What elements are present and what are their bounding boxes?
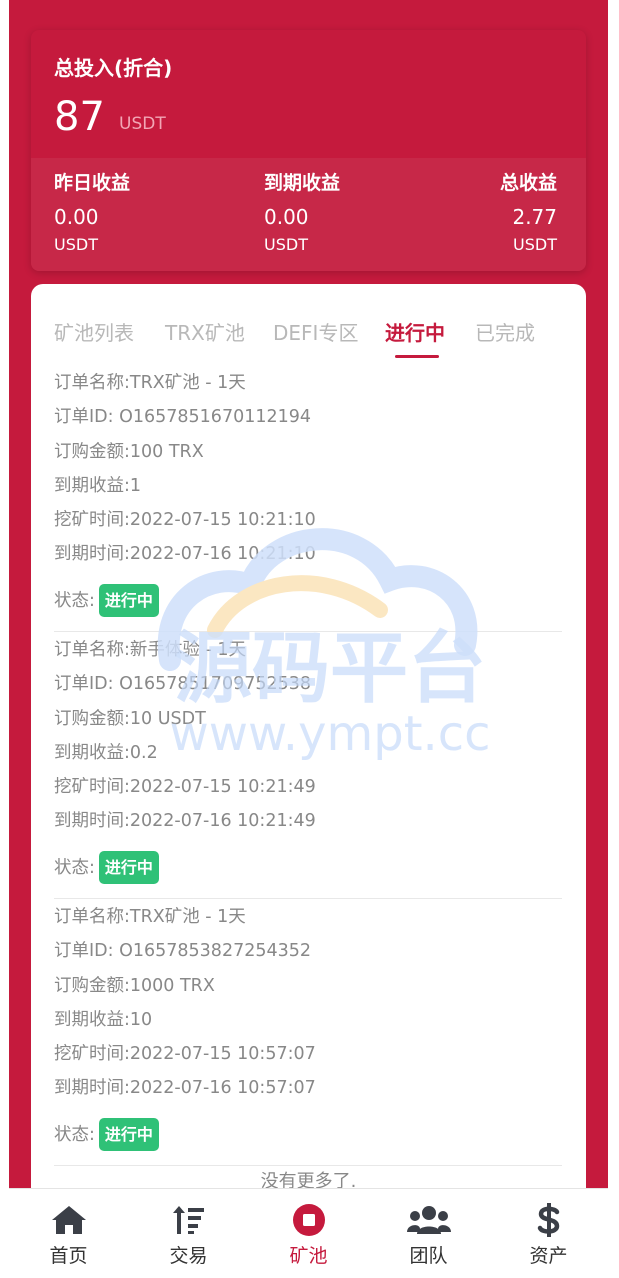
summary-card: 总投入(折合) 87 USDT 昨日收益 0.00 USDT 到期收益 0.00…	[31, 30, 586, 271]
status-label: 状态:	[54, 1124, 95, 1145]
stat-maturity-income: 到期收益 0.00 USDT	[264, 170, 340, 256]
order-divider	[54, 631, 562, 632]
total-investment-unit: USDT	[119, 114, 166, 134]
orders-panel: 矿池列表 TRX矿池 DEFI专区 进行中 已完成 订单名称:TRX矿池 - 1…	[31, 284, 586, 1277]
app-background: 总投入(折合) 87 USDT 昨日收益 0.00 USDT 到期收益 0.00…	[9, 0, 608, 1277]
order-card: 订单名称:新手体验 - 1天 订单ID: O1657851709752538 订…	[54, 633, 562, 885]
order-end-time: 到期时间:2022-07-16 10:57:07	[54, 1078, 316, 1099]
order-status-row: 状态: 进行中	[54, 584, 562, 618]
status-badge: 进行中	[98, 584, 159, 618]
stat-label: 到期收益	[264, 172, 341, 194]
order-income: 到期收益:10	[54, 1009, 153, 1030]
summary-title: 总投入(折合)	[54, 56, 173, 80]
order-start-time: 挖矿时间:2022-07-15 10:21:49	[54, 777, 316, 798]
order-amount: 订购金额:10 USDT	[54, 708, 206, 729]
stat-value: 0.00	[264, 205, 309, 229]
order-status-row: 状态: 进行中	[54, 1118, 562, 1152]
nav-item-team[interactable]: 团队	[369, 1189, 488, 1278]
nav-item-trade[interactable]: 交易	[129, 1189, 248, 1278]
order-divider	[54, 1165, 562, 1166]
nav-item-assets[interactable]: 资产	[489, 1189, 608, 1278]
tab-completed[interactable]: 已完成	[475, 317, 535, 346]
nav-label: 交易	[169, 1245, 208, 1267]
order-amount: 订购金额:100 TRX	[54, 441, 204, 462]
nav-label: 首页	[49, 1245, 88, 1267]
order-income: 到期收益:1	[54, 475, 142, 496]
tab-in-progress[interactable]: 进行中	[385, 317, 445, 358]
tab-trx-pool[interactable]: TRX矿池	[165, 317, 245, 346]
order-income: 到期收益:0.2	[54, 742, 158, 763]
stat-unit: USDT	[513, 235, 557, 254]
order-divider	[54, 898, 562, 899]
total-investment-value: 87	[54, 94, 105, 140]
order-status-row: 状态: 进行中	[54, 851, 562, 885]
status-label: 状态:	[54, 590, 95, 611]
stat-yesterday-income: 昨日收益 0.00 USDT	[54, 170, 130, 256]
dollar-icon	[537, 1203, 560, 1237]
stat-unit: USDT	[264, 235, 308, 254]
order-name: 订单名称:新手体验 - 1天	[54, 640, 246, 660]
stat-total-income: 总收益 2.77 USDT	[500, 170, 557, 256]
order-amount: 订购金额:1000 TRX	[54, 975, 215, 996]
nav-label: 团队	[409, 1245, 448, 1267]
stat-value: 2.77	[512, 205, 557, 229]
tab-label: 进行中	[385, 321, 445, 345]
bottom-nav: 首页 交易 矿池 团队 资产	[9, 1188, 608, 1278]
stop-circle-icon	[293, 1204, 325, 1236]
tab-bar: 矿池列表 TRX矿池 DEFI专区 进行中 已完成	[31, 284, 586, 358]
sort-icon	[173, 1206, 204, 1234]
status-badge: 进行中	[98, 851, 159, 885]
summary-header: 总投入(折合) 87 USDT	[31, 30, 586, 158]
order-start-time: 挖矿时间:2022-07-15 10:21:10	[54, 510, 316, 531]
stat-label: 昨日收益	[54, 172, 131, 194]
order-end-time: 到期时间:2022-07-16 10:21:10	[54, 544, 316, 565]
summary-stats: 昨日收益 0.00 USDT 到期收益 0.00 USDT 总收益 2.77 U…	[31, 158, 586, 271]
home-icon	[52, 1206, 86, 1234]
tab-defi-zone[interactable]: DEFI专区	[273, 317, 358, 346]
order-name: 订单名称:TRX矿池 - 1天	[54, 373, 246, 393]
order-end-time: 到期时间:2022-07-16 10:21:49	[54, 811, 316, 832]
order-id: 订单ID: O1657851709752538	[54, 674, 312, 695]
order-card: 订单名称:TRX矿池 - 1天 订单ID: O1657851670112194 …	[54, 366, 562, 618]
stat-unit: USDT	[54, 235, 98, 254]
stat-label: 总收益	[499, 172, 557, 194]
nav-item-pool[interactable]: 矿池	[249, 1189, 368, 1278]
stat-value: 0.00	[54, 205, 99, 229]
order-card: 订单名称:TRX矿池 - 1天 订单ID: O1657853827254352 …	[54, 900, 562, 1152]
order-start-time: 挖矿时间:2022-07-15 10:57:07	[54, 1044, 316, 1065]
nav-label: 矿池	[289, 1245, 328, 1267]
status-label: 状态:	[54, 857, 95, 878]
order-id: 订单ID: O1657851670112194	[54, 407, 312, 428]
nav-item-home[interactable]: 首页	[9, 1189, 128, 1278]
active-tab-indicator	[395, 355, 439, 358]
nav-label: 资产	[529, 1245, 568, 1267]
order-id: 订单ID: O1657853827254352	[54, 941, 312, 962]
status-badge: 进行中	[98, 1118, 159, 1152]
order-name: 订单名称:TRX矿池 - 1天	[54, 907, 246, 927]
users-icon	[407, 1206, 451, 1234]
tab-pool-list[interactable]: 矿池列表	[54, 317, 134, 346]
